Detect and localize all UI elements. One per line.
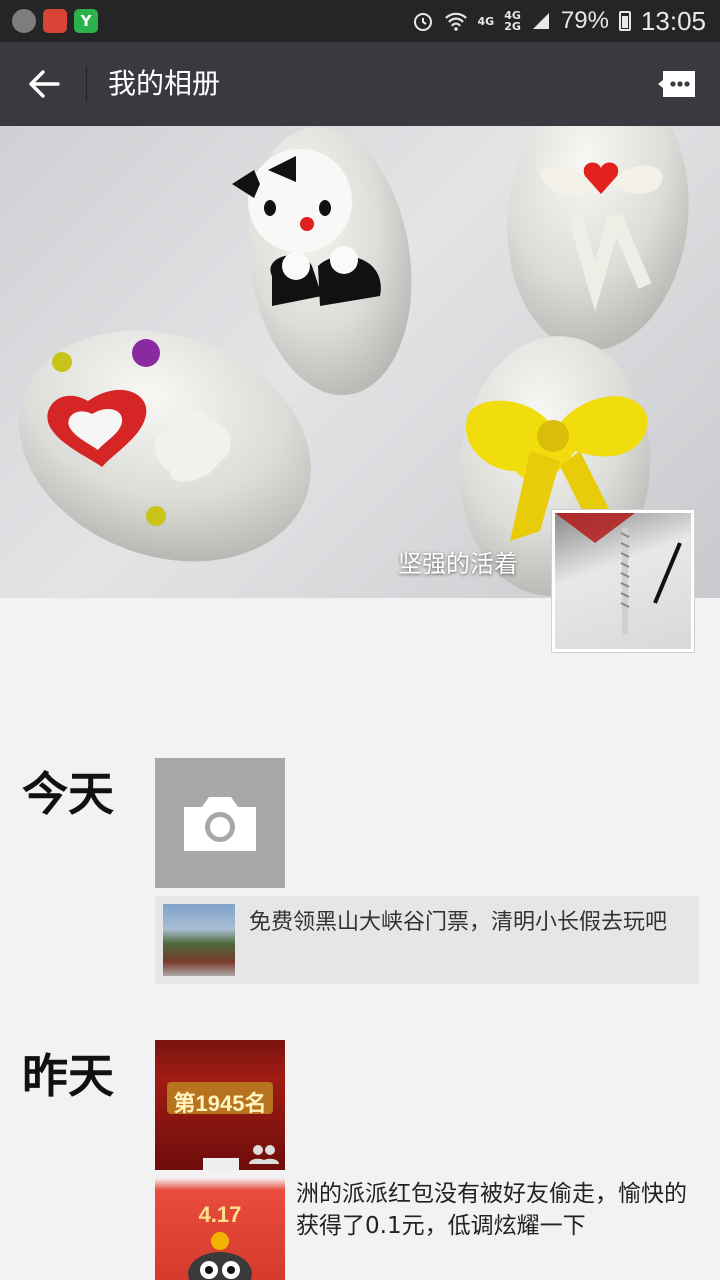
dual-network-label: 4G 2G [504, 9, 521, 33]
wechat-icon [43, 9, 67, 33]
cover-user-name: 坚强的活着 [398, 550, 518, 578]
toolbar-divider [86, 66, 87, 102]
battery-icon [618, 11, 631, 31]
day-label-yesterday: 昨天 [22, 1049, 114, 1103]
shared-link-text: 免费领黑山大峡谷门票，清明小长假去玩吧 [249, 910, 668, 935]
avatar-image [555, 513, 691, 649]
message-bubble-icon [658, 71, 695, 97]
chat-app-icon [12, 9, 36, 33]
post-photo-ranking[interactable]: 第1945名 [155, 1040, 285, 1170]
back-button[interactable] [22, 62, 66, 106]
arrow-left-icon [29, 70, 60, 98]
post-text: 洲的派派红包没有被好友偷走，愉快的获得了0.1元，低调炫耀一下 [296, 1181, 687, 1239]
redpacket-amount: 4.17 [198, 1202, 242, 1227]
friends-icon [249, 1145, 279, 1164]
alarm-icon [413, 13, 432, 31]
ranking-badge: 第1945名 [173, 1091, 267, 1116]
shared-link-thumbnail [163, 904, 235, 976]
add-photo-button[interactable] [155, 758, 285, 888]
day-label-today: 今天 [22, 767, 114, 821]
shared-link-card[interactable]: 免费领黑山大峡谷门票，清明小长假去玩吧 [155, 896, 699, 984]
page-title: 我的相册 [108, 67, 221, 100]
signal-icon [532, 13, 549, 29]
avatar[interactable] [551, 509, 695, 653]
wifi-icon [444, 12, 467, 31]
post-photo-redpacket[interactable]: 4.17 [155, 1178, 285, 1280]
messages-button[interactable] [654, 64, 700, 104]
yixin-icon: Y [74, 9, 98, 33]
status-bar: Y 4G 4G 2G 79% 13:05 [0, 0, 720, 42]
clock: 13:05 [640, 5, 706, 36]
battery-percent: 79% [560, 7, 609, 34]
camera-icon [184, 797, 256, 851]
title-bar: 我的相册 [0, 42, 720, 126]
network-type-label: 4G [477, 14, 495, 28]
